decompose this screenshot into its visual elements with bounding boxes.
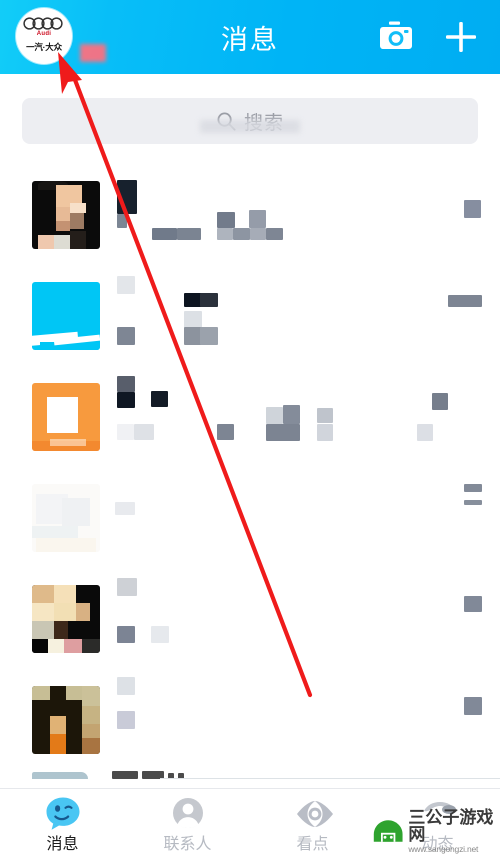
- preview-redaction: [200, 293, 218, 307]
- contacts-icon: [168, 795, 208, 833]
- name-redaction: [117, 578, 137, 596]
- preview-redaction: [117, 711, 135, 729]
- name-redaction: [117, 392, 135, 408]
- preview-redaction: [117, 626, 135, 643]
- time-redaction: [464, 596, 482, 612]
- preview-redaction: [283, 405, 300, 424]
- chat-row[interactable]: [0, 366, 500, 467]
- time-redaction: [432, 393, 448, 410]
- preview-redaction: [249, 210, 266, 228]
- time-redaction: [464, 500, 482, 505]
- search-redaction-smudge: [200, 120, 300, 133]
- preview-redaction: [317, 408, 333, 423]
- preview-redaction: [266, 407, 283, 424]
- chat-row[interactable]: [0, 770, 500, 789]
- preview-redaction: [266, 228, 283, 240]
- preview-redaction: [217, 424, 234, 440]
- time-redaction: [464, 200, 481, 218]
- eye-icon: [293, 795, 333, 833]
- preview-redaction: [152, 228, 177, 240]
- name-redaction: [117, 180, 137, 214]
- preview-redaction: [250, 228, 266, 240]
- preview-redaction: [317, 424, 333, 441]
- preview-redaction: [266, 424, 300, 441]
- preview-redaction: [217, 228, 233, 240]
- time-redaction: [464, 697, 482, 715]
- tab-kandian[interactable]: 看点: [250, 789, 375, 860]
- name-redaction: [117, 276, 135, 294]
- preview-redaction: [112, 771, 138, 779]
- avatar[interactable]: [32, 585, 100, 653]
- page-title: 消息: [221, 25, 279, 55]
- chat-row[interactable]: [0, 669, 500, 770]
- time-redaction: [464, 484, 482, 492]
- preview-redaction: [200, 327, 218, 345]
- chat-row[interactable]: [0, 164, 500, 265]
- preview-redaction: [134, 424, 154, 440]
- chat-list[interactable]: [0, 164, 500, 789]
- name-redaction: [151, 391, 168, 407]
- preview-redaction: [177, 228, 201, 240]
- preview-redaction: [217, 212, 235, 228]
- avatar[interactable]: [32, 282, 100, 350]
- name-redaction: [115, 502, 135, 515]
- chat-bubble-icon: [43, 795, 83, 833]
- name-redaction: [117, 376, 135, 392]
- time-redaction: [448, 295, 482, 307]
- preview-redaction: [151, 626, 169, 643]
- preview-redaction: [117, 424, 134, 440]
- preview-redaction: [233, 228, 250, 240]
- tab-label-messages: 消息: [46, 836, 79, 853]
- name-redaction: [117, 677, 135, 695]
- chat-row[interactable]: [0, 467, 500, 568]
- chat-row[interactable]: [0, 265, 500, 366]
- avatar[interactable]: [32, 686, 100, 754]
- avatar[interactable]: [32, 181, 100, 249]
- site-watermark: 三公子游戏网 www.sangongzi.net: [372, 809, 500, 853]
- avatar[interactable]: [32, 484, 100, 552]
- watermark-logo-icon: [373, 820, 403, 842]
- avatar[interactable]: [32, 383, 100, 451]
- tab-label-contacts: 联系人: [163, 836, 212, 853]
- qq-messages-screen: Audi 一汽·大众 消息 搜索: [0, 0, 500, 860]
- preview-redaction: [417, 424, 433, 441]
- camera-icon[interactable]: [376, 19, 416, 55]
- name-redaction: [117, 327, 135, 345]
- tab-label-kandian: 看点: [296, 836, 329, 853]
- app-header: Audi 一汽·大众 消息: [0, 0, 500, 74]
- tab-messages[interactable]: 消息: [0, 789, 125, 860]
- watermark-title: 三公子游戏网: [408, 807, 494, 844]
- name-redaction: [117, 214, 127, 228]
- watermark-url: www.sangongzi.net: [408, 843, 479, 854]
- plus-icon[interactable]: [443, 19, 479, 55]
- tab-contacts[interactable]: 联系人: [125, 789, 250, 860]
- chat-row[interactable]: [0, 568, 500, 669]
- search-section: 搜索: [0, 74, 500, 164]
